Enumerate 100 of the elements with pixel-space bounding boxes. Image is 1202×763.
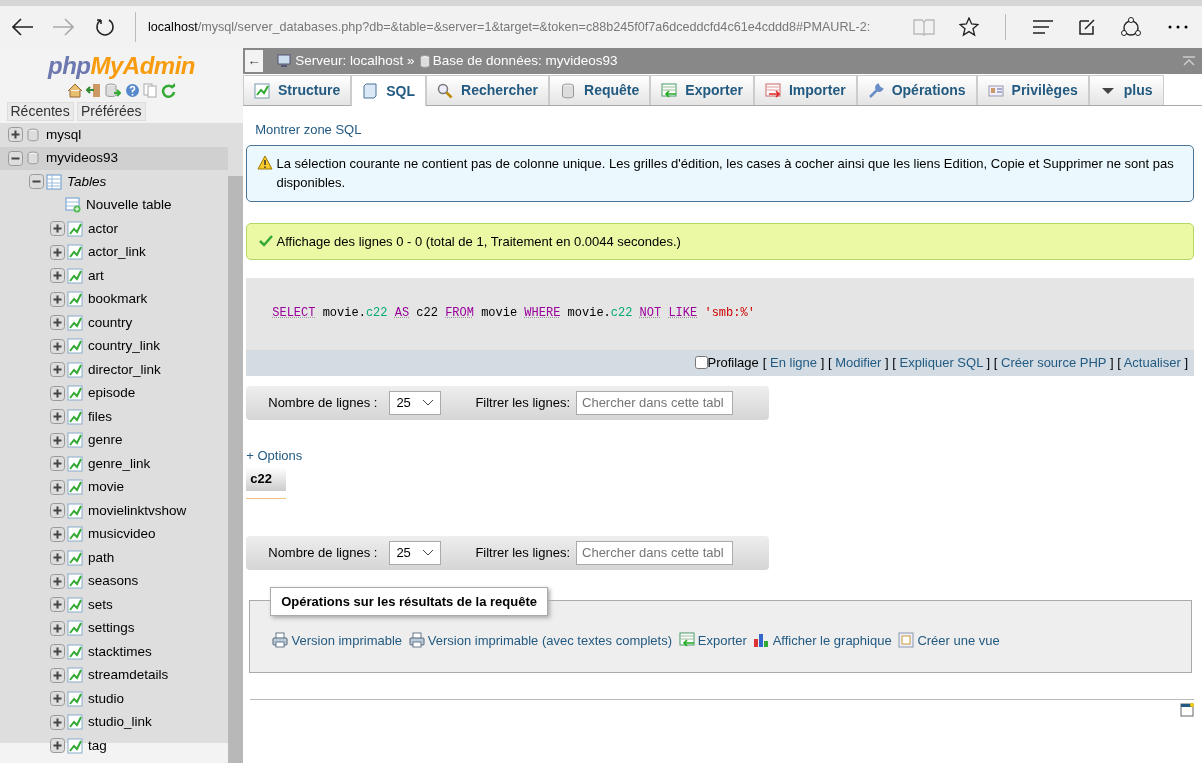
table-name[interactable]: actor_link: [88, 242, 146, 263]
tab[interactable]: Exporter: [650, 75, 754, 105]
table-name[interactable]: country_link: [88, 336, 161, 357]
table-name[interactable]: files: [88, 406, 112, 427]
query-action-link[interactable]: Actualiser: [1123, 355, 1181, 370]
profiling-checkbox[interactable]: [694, 356, 708, 369]
collapse-sidebar-button[interactable]: ←: [245, 50, 263, 72]
scrollbar[interactable]: [228, 176, 243, 763]
expand-toggle[interactable]: [50, 597, 65, 613]
operation-link[interactable]: Version imprimable: [291, 630, 403, 650]
table-name[interactable]: actor: [88, 218, 118, 239]
expand-toggle[interactable]: [50, 338, 65, 354]
rows-dropdown[interactable]: 25: [389, 390, 442, 415]
expand-toggle[interactable]: [50, 714, 65, 730]
table-name[interactable]: Tables: [67, 171, 107, 192]
table-name[interactable]: movie: [88, 477, 124, 498]
expand-toggle[interactable]: [50, 667, 65, 683]
table-name[interactable]: path: [88, 547, 115, 568]
table-name[interactable]: settings: [88, 618, 135, 639]
expand-toggle[interactable]: [50, 409, 65, 425]
refresh-icon[interactable]: [95, 17, 115, 37]
expand-toggle[interactable]: [50, 644, 65, 660]
operation-link[interactable]: Créer une vue: [917, 630, 1000, 650]
tab[interactable]: Importer: [753, 75, 857, 105]
table-name[interactable]: seasons: [88, 571, 139, 592]
query-action-link[interactable]: En ligne: [770, 355, 818, 370]
expand-toggle[interactable]: [50, 244, 65, 260]
back-icon[interactable]: [12, 18, 34, 36]
hub-icon[interactable]: [1032, 20, 1054, 34]
table-name[interactable]: country: [88, 312, 133, 333]
console-icon[interactable]: [1180, 703, 1194, 718]
table-name[interactable]: Nouvelle table: [86, 195, 172, 216]
table-name[interactable]: tag: [88, 735, 107, 756]
tab[interactable]: plus: [1088, 75, 1164, 105]
query-action-link[interactable]: Expliquer SQL: [899, 355, 983, 370]
expand-toggle[interactable]: [50, 503, 65, 519]
options-link[interactable]: + Options: [246, 447, 303, 463]
tab[interactable]: Privilèges: [976, 75, 1089, 105]
help-icon[interactable]: [124, 82, 140, 98]
expand-toggle[interactable]: [50, 573, 65, 589]
table-name[interactable]: sets: [88, 594, 113, 615]
table-name[interactable]: movielinktvshow: [88, 500, 187, 521]
reload-icon[interactable]: [161, 82, 177, 98]
table-name[interactable]: episode: [88, 383, 136, 404]
tab[interactable]: Requête: [549, 75, 651, 105]
operation-link[interactable]: Afficher le graphique: [772, 630, 892, 650]
tab[interactable]: SQL: [351, 75, 426, 106]
sidebar-tab[interactable]: Récentes: [6, 102, 74, 121]
query-action-link[interactable]: Modifier: [835, 355, 882, 370]
expand-toggle[interactable]: [50, 456, 65, 472]
expand-toggle[interactable]: [50, 315, 65, 331]
bracket: [: [827, 355, 832, 370]
tab[interactable]: Opérations: [856, 75, 977, 105]
tab[interactable]: Structure: [243, 75, 352, 105]
note-icon[interactable]: [1078, 18, 1096, 36]
rows-dropdown[interactable]: 25: [389, 540, 442, 565]
expand-toggle[interactable]: [50, 526, 65, 542]
collapse-toggle[interactable]: [29, 174, 44, 190]
filter-field[interactable]: Chercher dans cette tabl: [576, 390, 733, 415]
home-icon[interactable]: [66, 82, 83, 98]
table-name[interactable]: director_link: [88, 359, 161, 380]
expand-toggle[interactable]: [8, 127, 23, 143]
table-name[interactable]: studio: [88, 688, 125, 709]
breadcrumb-link[interactable]: Base de données: myvideos93: [432, 50, 618, 72]
warning-message: La sélection courante ne contient pas de colonne unique. Les grilles d'édition, les cases à cocher ainsi que les liens Edition, Copie et Supprimer ne sont pas disponibles.: [276, 154, 1175, 192]
table-name[interactable]: streamdetails: [88, 665, 169, 686]
expand-toggle[interactable]: [50, 432, 65, 448]
filter-field[interactable]: Chercher dans cette tabl: [576, 540, 733, 565]
exit-icon[interactable]: [86, 82, 103, 98]
expand-toggle[interactable]: [50, 620, 65, 636]
more-icon[interactable]: [1168, 25, 1188, 29]
sidebar-tab[interactable]: Préférées: [76, 102, 146, 121]
operation-link[interactable]: Version imprimable (avec textes complets): [427, 630, 672, 650]
tab[interactable]: Rechercher: [426, 75, 550, 105]
breadcrumb-link[interactable]: Serveur: localhost »: [295, 50, 415, 72]
expand-toggle[interactable]: [50, 291, 65, 307]
table-name[interactable]: genre: [88, 430, 123, 451]
database-name[interactable]: mysql: [46, 124, 82, 145]
table-name[interactable]: musicvideo: [88, 524, 156, 545]
query-action-link[interactable]: Créer source PHP: [1001, 355, 1107, 370]
database-icon[interactable]: [105, 82, 122, 98]
table-name[interactable]: studio_link: [88, 712, 152, 733]
logo[interactable]: phpMyAdmin: [0, 52, 243, 80]
expand-toggle[interactable]: [50, 691, 65, 707]
table-name[interactable]: art: [88, 265, 104, 286]
expand-toggle[interactable]: [50, 362, 65, 378]
star-icon[interactable]: [959, 17, 979, 37]
table-name[interactable]: stacktimes: [88, 641, 152, 662]
expand-toggle[interactable]: [50, 550, 65, 566]
share-icon[interactable]: [1120, 16, 1142, 38]
expand-toggle[interactable]: [50, 738, 65, 754]
collapse-toggle[interactable]: [8, 150, 23, 166]
expand-toggle[interactable]: [50, 385, 65, 401]
expand-toggle[interactable]: [50, 268, 65, 284]
show-sql-link[interactable]: Montrer zone SQL: [255, 122, 362, 137]
table-name[interactable]: bookmark: [88, 289, 148, 310]
operation-link[interactable]: Exporter: [697, 630, 747, 650]
table-name[interactable]: genre_link: [88, 453, 151, 474]
expand-toggle[interactable]: [50, 479, 65, 495]
expand-toggle[interactable]: [50, 221, 65, 237]
